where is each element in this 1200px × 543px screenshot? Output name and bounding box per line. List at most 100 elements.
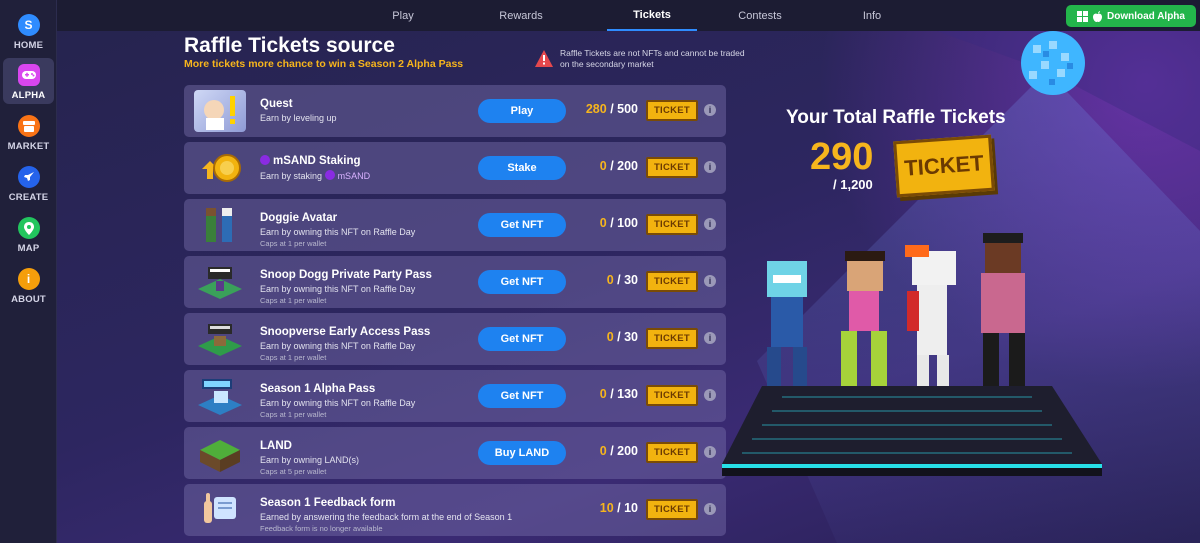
sidebar-item-label: ABOUT — [11, 294, 46, 305]
sidebar-item-market[interactable]: MARKET — [3, 109, 54, 155]
info-icon[interactable]: i — [704, 161, 716, 173]
info-icon[interactable]: i — [704, 389, 716, 401]
ticket-badge: TICKET — [646, 271, 698, 292]
ticket-icon: TICKET — [893, 134, 995, 198]
msand-token-icon — [260, 155, 270, 165]
info-icon: i — [17, 268, 40, 290]
row-title: Snoop Dogg Private Party Pass — [260, 269, 432, 281]
total-tickets-title: Your Total Raffle Tickets — [786, 107, 1006, 128]
info-icon[interactable]: i — [704, 275, 716, 287]
doggie-avatar-thumbnail — [194, 204, 246, 246]
sidebar-item-label: HOME — [13, 40, 44, 51]
warning-text: Raffle Tickets are not NFTs and cannot b… — [560, 48, 745, 69]
row-cap: Caps at 1 per wallet — [260, 296, 327, 305]
row-cap: Caps at 5 per wallet — [260, 467, 327, 476]
row-subtitle: Earn by owning this NFT on Raffle Day — [260, 284, 416, 294]
row-title: Season 1 Feedback form — [260, 497, 396, 509]
warning-icon — [535, 50, 553, 67]
row-subtitle: Earn by owning LAND(s) — [260, 455, 360, 465]
map-pin-icon — [17, 217, 40, 239]
party-pass-thumbnail — [194, 261, 246, 303]
early-access-pass-thumbnail — [194, 318, 246, 360]
play-button[interactable]: Play — [478, 99, 566, 123]
sidebar-item-label: MAP — [17, 243, 40, 254]
sidebar-item-label: CREATE — [8, 192, 49, 203]
info-icon[interactable]: i — [704, 104, 716, 116]
row-cap: Caps at 1 per wallet — [260, 239, 327, 248]
land-thumbnail — [194, 432, 246, 474]
stake-button[interactable]: Stake — [478, 156, 566, 180]
info-icon[interactable]: i — [704, 218, 716, 230]
row-subtitle: Earn by leveling up — [260, 113, 337, 123]
tab-rewards[interactable]: Rewards — [489, 0, 553, 31]
ticket-count: 0 / 200 — [599, 159, 638, 173]
ticket-badge: TICKET — [646, 499, 698, 520]
ticket-count: 0 / 100 — [599, 216, 638, 230]
ticket-count: 0 / 200 — [599, 444, 638, 458]
info-icon[interactable]: i — [704, 503, 716, 515]
alpha-pass-thumbnail — [194, 375, 246, 417]
list-item: Snoopverse Early Access Pass Earn by own… — [184, 313, 726, 365]
ticket-badge: TICKET — [646, 214, 698, 235]
sidebar-item-label: MARKET — [7, 141, 50, 152]
ticket-count: 0 / 30 — [606, 273, 638, 287]
row-title: Doggie Avatar — [260, 212, 338, 224]
download-alpha-label: Download Alpha — [1107, 10, 1185, 22]
ticket-badge: TICKET — [646, 328, 698, 349]
list-item: mSAND Staking Earn by staking mSAND Stak… — [184, 142, 726, 194]
row-title: Snoopverse Early Access Pass — [260, 326, 431, 338]
ticket-count: 280 / 500 — [585, 102, 638, 116]
sidebar-item-create[interactable]: CREATE — [3, 160, 54, 206]
quest-thumbnail — [194, 90, 246, 132]
ticket-badge: TICKET — [646, 442, 698, 463]
msand-staking-thumbnail — [194, 147, 246, 189]
ticket-count: 10 / 10 — [599, 501, 638, 515]
row-title: Season 1 Alpha Pass — [260, 383, 376, 395]
buy-land-button[interactable]: Buy LAND — [478, 441, 566, 465]
row-cap: Feedback form is no longer available — [260, 524, 383, 533]
row-subtitle: Earned by answering the feedback form at… — [260, 512, 513, 522]
rocket-icon — [17, 166, 40, 188]
total-tickets-value: 290 — [810, 136, 874, 178]
list-item: Doggie Avatar Earn by owning this NFT on… — [184, 199, 726, 251]
tab-contests[interactable]: Contests — [727, 0, 793, 31]
get-nft-button[interactable]: Get NFT — [478, 384, 566, 408]
sidebar-item-home[interactable]: S HOME — [3, 8, 54, 54]
row-subtitle: Earn by owning this NFT on Raffle Day — [260, 341, 416, 351]
market-icon — [17, 115, 40, 137]
dance-floor-stage — [722, 386, 1102, 476]
tab-info[interactable]: Info — [852, 0, 892, 31]
top-nav: Play Rewards Tickets Contests Info — [57, 0, 1200, 31]
download-alpha-button[interactable]: Download Alpha — [1066, 5, 1196, 27]
page-title: Raffle Tickets source — [184, 34, 395, 57]
ticket-badge: TICKET — [646, 385, 698, 406]
main-content: Raffle Tickets source More tickets more … — [57, 31, 1200, 543]
apple-icon — [1093, 10, 1103, 22]
ticket-count: 0 / 30 — [606, 330, 638, 344]
disco-ball-decoration — [1021, 31, 1085, 95]
row-subtitle: Earn by staking mSAND — [260, 170, 371, 181]
info-icon[interactable]: i — [704, 332, 716, 344]
list-item: Season 1 Alpha Pass Earn by owning this … — [184, 370, 726, 422]
sidebar: S HOME ALPHA MARKET CREATE MAP i ABOUT — [0, 0, 57, 543]
gamepad-icon — [17, 64, 40, 86]
get-nft-button[interactable]: Get NFT — [478, 327, 566, 351]
sidebar-item-map[interactable]: MAP — [3, 211, 54, 257]
sandbox-logo-icon: S — [17, 14, 40, 36]
ticket-count: 0 / 130 — [599, 387, 638, 401]
page-subtitle: More tickets more chance to win a Season… — [184, 58, 464, 70]
row-title: Quest — [260, 98, 293, 110]
row-subtitle: Earn by owning this NFT on Raffle Day — [260, 227, 416, 237]
list-item: Season 1 Feedback form Earned by answeri… — [184, 484, 726, 536]
sidebar-item-about[interactable]: i ABOUT — [3, 262, 54, 308]
row-cap: Caps at 1 per wallet — [260, 410, 327, 419]
sidebar-item-alpha[interactable]: ALPHA — [3, 58, 54, 104]
sidebar-item-label: ALPHA — [11, 90, 46, 101]
row-subtitle: Earn by owning this NFT on Raffle Day — [260, 398, 416, 408]
info-icon[interactable]: i — [704, 446, 716, 458]
tab-play[interactable]: Play — [377, 0, 429, 31]
tab-tickets[interactable]: Tickets — [607, 0, 697, 31]
row-title: LAND — [260, 440, 292, 452]
get-nft-button[interactable]: Get NFT — [478, 270, 566, 294]
get-nft-button[interactable]: Get NFT — [478, 213, 566, 237]
